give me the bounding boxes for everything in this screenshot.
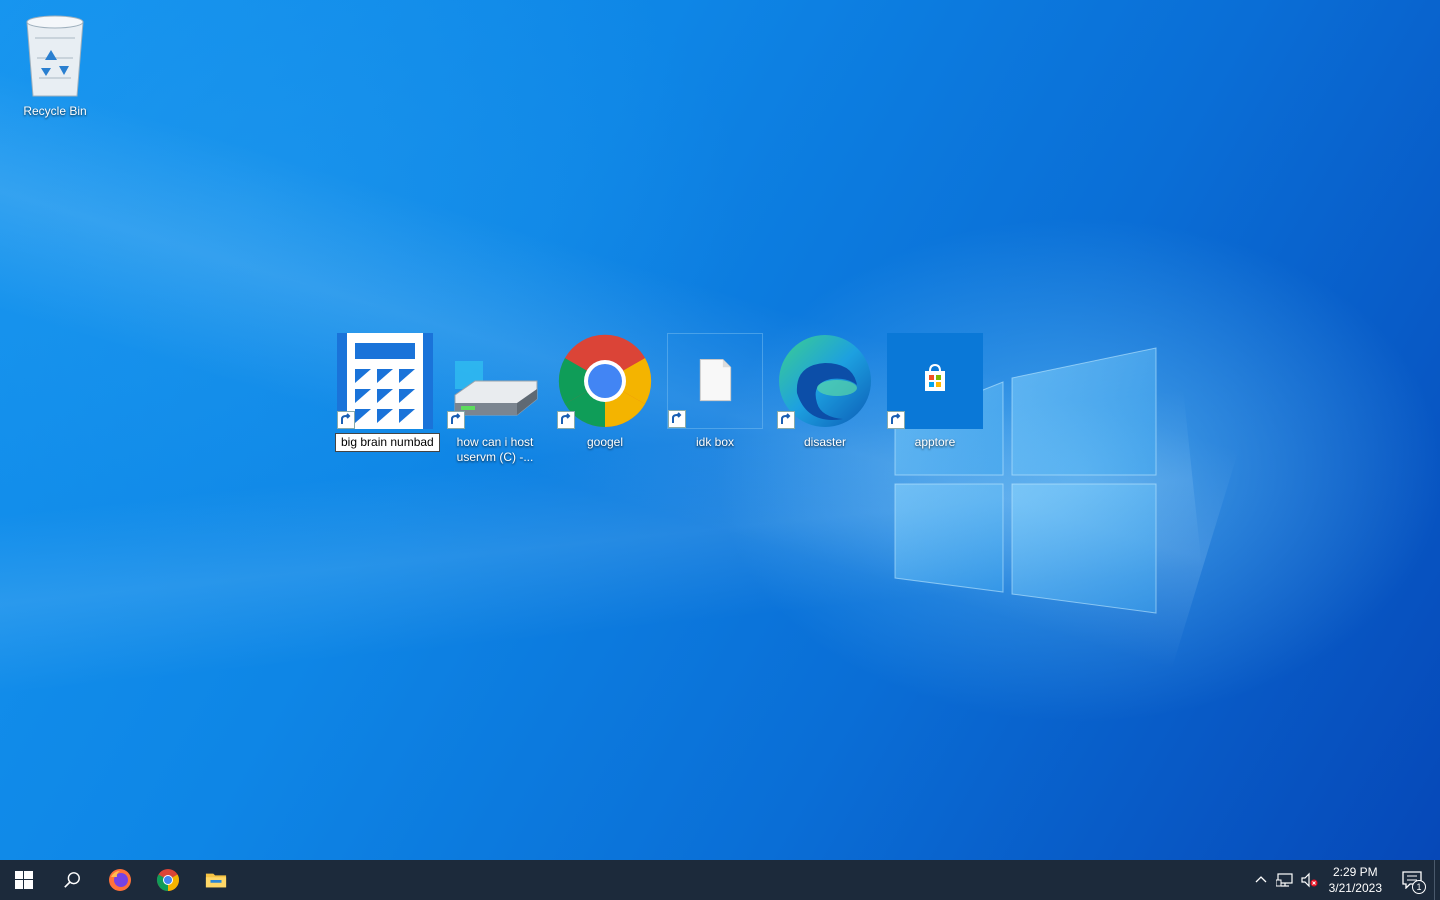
desktop-icon-store[interactable]: apptore: [885, 333, 985, 450]
taskbar-file-explorer[interactable]: [192, 860, 240, 900]
desktop-icon-label: Recycle Bin: [23, 104, 87, 118]
taskbar-firefox[interactable]: [96, 860, 144, 900]
show-hidden-icons-button[interactable]: [1249, 860, 1273, 900]
firefox-icon: [109, 869, 131, 891]
chevron-up-icon: [1255, 876, 1267, 883]
shortcut-arrow-icon: [887, 411, 905, 429]
system-tray: 2:29 PM 3/21/2023 1: [1249, 860, 1440, 900]
desktop-icon-label: googel: [586, 435, 624, 449]
shortcut-arrow-icon: [557, 411, 575, 429]
desktop-icon-edge[interactable]: disaster: [775, 333, 875, 450]
shortcut-arrow-icon: [447, 411, 465, 429]
desktop-icon-label: how can i host uservm (C) -...: [456, 435, 534, 464]
desktop-icon-label: apptore: [914, 435, 956, 449]
clock-time: 2:29 PM: [1332, 865, 1378, 879]
volume-tray-button[interactable]: [1297, 860, 1321, 900]
shortcut-arrow-icon: [668, 410, 686, 428]
action-center-button[interactable]: 1: [1390, 860, 1434, 900]
taskbar-clock[interactable]: 2:29 PM 3/21/2023: [1321, 864, 1390, 896]
search-button[interactable]: [48, 860, 96, 900]
start-icon: [15, 871, 33, 889]
desktop[interactable]: Recycle Bin big brain numbad how can i h…: [0, 0, 1440, 860]
desktop-icon-file[interactable]: idk box: [665, 333, 765, 450]
desktop-icon-calculator[interactable]: big brain numbad: [335, 333, 440, 452]
search-icon: [64, 872, 80, 888]
desktop-icon-recycle-bin[interactable]: Recycle Bin: [5, 8, 105, 119]
file-explorer-icon: [205, 873, 227, 888]
shortcut-arrow-icon: [777, 411, 795, 429]
taskbar-chrome[interactable]: [144, 860, 192, 900]
shortcut-arrow-icon: [337, 411, 355, 429]
network-icon: [1275, 873, 1293, 887]
desktop-icon-label: disaster: [803, 435, 847, 449]
recycle-bin-icon: [26, 15, 84, 97]
taskbar: 2:29 PM 3/21/2023 1: [0, 860, 1440, 900]
start-button[interactable]: [0, 860, 48, 900]
volume-muted-icon: [1301, 872, 1318, 888]
clock-date: 3/21/2023: [1328, 881, 1382, 895]
desktop-icon-chrome[interactable]: googel: [555, 333, 655, 450]
desktop-icon-label: idk box: [695, 435, 735, 449]
network-tray-button[interactable]: [1273, 860, 1297, 900]
desktop-icon-drive[interactable]: how can i host uservm (C) -...: [445, 333, 545, 465]
chrome-icon: [157, 869, 179, 891]
notification-count-badge: 1: [1412, 880, 1426, 894]
show-desktop-button[interactable]: [1434, 860, 1440, 900]
rename-textbox[interactable]: big brain numbad: [335, 433, 440, 452]
